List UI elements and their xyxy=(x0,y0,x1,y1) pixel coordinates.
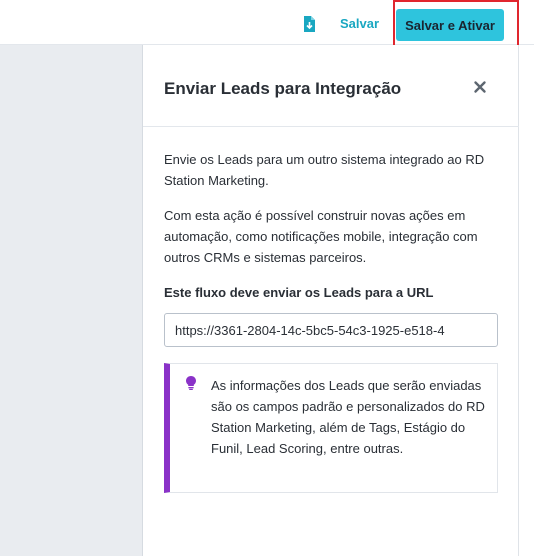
panel-title: Enviar Leads para Integração xyxy=(164,79,402,98)
save-link[interactable]: Salvar xyxy=(340,16,379,31)
side-panel: Enviar Leads para Integração Envie os Le… xyxy=(143,45,519,556)
close-icon[interactable] xyxy=(472,79,488,95)
file-download-icon[interactable] xyxy=(303,16,315,32)
lightbulb-icon xyxy=(186,376,196,390)
info-callout: As informações dos Leads que serão envia… xyxy=(164,363,498,493)
panel-description: Envie os Leads para um outro sistema int… xyxy=(164,152,485,188)
info-text: As informações dos Leads que serão envia… xyxy=(211,378,485,456)
workflow-canvas[interactable] xyxy=(0,45,142,556)
url-input[interactable] xyxy=(164,313,498,347)
url-field-label: Este fluxo deve enviar os Leads para a U… xyxy=(164,285,434,300)
panel-header: Enviar Leads para Integração xyxy=(143,45,519,127)
panel-description-detail: Com esta ação é possível construir novas… xyxy=(164,208,478,265)
